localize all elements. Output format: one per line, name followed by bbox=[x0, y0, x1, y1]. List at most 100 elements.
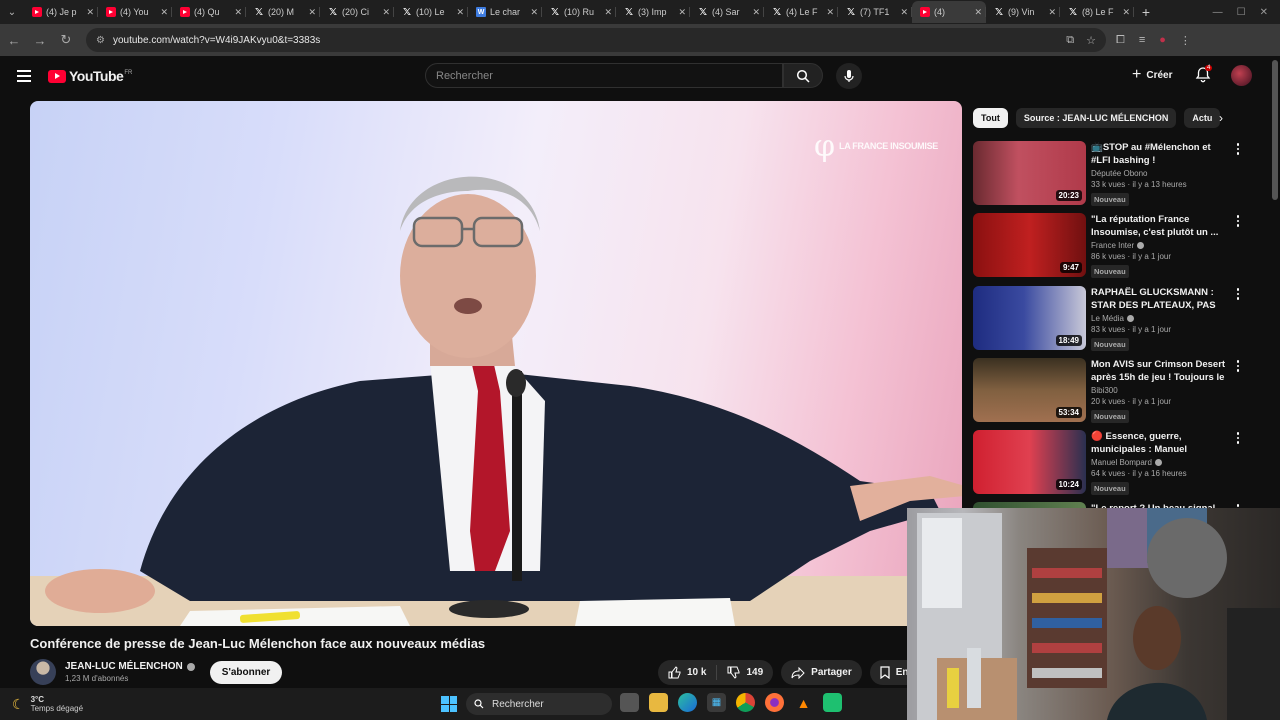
more-options-icon[interactable] bbox=[1233, 215, 1243, 227]
recommended-video[interactable]: 20:23 📺STOP au #Mélenchon et #LFI bashing… bbox=[973, 141, 1243, 207]
subscribe-button[interactable]: S'abonner bbox=[209, 660, 283, 684]
bookmark-star-icon[interactable]: ☆ bbox=[1086, 34, 1096, 47]
browser-tab[interactable]: 𝕏 (20) Ci ✕ bbox=[320, 1, 394, 23]
tab-close-icon[interactable]: ✕ bbox=[900, 7, 908, 18]
forward-icon[interactable]: → bbox=[28, 33, 52, 48]
video-thumbnail[interactable]: 20:23 bbox=[973, 141, 1086, 205]
minimize-icon[interactable]: — bbox=[1213, 7, 1223, 18]
create-button[interactable]: + Créer bbox=[1124, 64, 1180, 86]
firefox-icon[interactable] bbox=[765, 693, 784, 712]
tab-close-icon[interactable]: ✕ bbox=[678, 7, 686, 18]
video-thumbnail[interactable]: 9:47 bbox=[973, 213, 1086, 277]
browser-tab[interactable]: (4) Qu ✕ bbox=[172, 1, 246, 23]
browser-tab[interactable]: 𝕏 (7) TF1 ✕ bbox=[838, 1, 912, 23]
taskbar-search[interactable]: Rechercher bbox=[466, 693, 612, 715]
filter-chip[interactable]: Source : JEAN-LUC MÉLENCHON bbox=[1015, 108, 1177, 128]
profile-icon[interactable]: ● bbox=[1159, 34, 1166, 47]
tab-close-icon[interactable]: ✕ bbox=[1048, 7, 1056, 18]
recommended-video[interactable]: 10:24 🔴 Essence, guerre, municipales : Ma… bbox=[973, 430, 1243, 496]
voice-search-button[interactable] bbox=[836, 63, 862, 89]
recommended-video[interactable]: 9:47 "La réputation France Insoumise, c'e… bbox=[973, 213, 1243, 279]
browser-tab[interactable]: (4) Je p ✕ bbox=[24, 1, 98, 23]
cast-icon[interactable]: ⧉ bbox=[1066, 34, 1074, 47]
recommended-title[interactable]: 🔴 Essence, guerre, municipales : Manuel … bbox=[1091, 430, 1231, 456]
browser-tab[interactable]: 𝕏 (9) Vin ✕ bbox=[986, 1, 1060, 23]
tab-close-icon[interactable]: ✕ bbox=[826, 7, 834, 18]
tab-close-icon[interactable]: ✕ bbox=[308, 7, 316, 18]
account-avatar[interactable] bbox=[1231, 65, 1252, 86]
recommended-title[interactable]: Mon AVIS sur Crimson Desert après 15h de… bbox=[1091, 358, 1231, 384]
recommended-channel-row[interactable]: Le Média bbox=[1091, 314, 1231, 323]
tab-close-icon[interactable]: ✕ bbox=[86, 7, 94, 18]
tab-close-icon[interactable]: ✕ bbox=[752, 7, 760, 18]
browser-tab[interactable]: 𝕏 (20) M ✕ bbox=[246, 1, 320, 23]
search-input[interactable]: Rechercher bbox=[425, 63, 783, 88]
recommended-channel-row[interactable]: Bibi300 bbox=[1091, 386, 1231, 395]
app-green-icon[interactable] bbox=[823, 693, 842, 712]
file-explorer-icon[interactable] bbox=[649, 693, 668, 712]
tab-close-icon[interactable]: ✕ bbox=[604, 7, 612, 18]
task-view-icon[interactable] bbox=[620, 693, 639, 712]
channel-avatar[interactable] bbox=[30, 659, 56, 685]
video-thumbnail[interactable]: 53:34 bbox=[973, 358, 1086, 422]
maximize-icon[interactable]: ☐ bbox=[1237, 7, 1246, 18]
browser-tab[interactable]: 𝕏 (4) Le F ✕ bbox=[764, 1, 838, 23]
browser-tab[interactable]: W Le char ✕ bbox=[468, 1, 542, 23]
search-button[interactable] bbox=[783, 63, 823, 88]
filter-chip[interactable]: Tout bbox=[973, 108, 1008, 128]
more-options-icon[interactable] bbox=[1233, 432, 1243, 444]
video-player[interactable]: φ LA FRANCE INSOUMISE bbox=[30, 101, 962, 626]
more-options-icon[interactable] bbox=[1233, 288, 1243, 300]
recommended-title[interactable]: "La réputation France Insoumise, c'est p… bbox=[1091, 213, 1231, 239]
address-bar[interactable]: ⚙ youtube.com/watch?v=W4i9JAKvyu0&t=3383… bbox=[86, 28, 1106, 52]
chrome-icon[interactable] bbox=[736, 693, 755, 712]
tab-close-icon[interactable]: ✕ bbox=[382, 7, 390, 18]
page-scrollbar[interactable] bbox=[1272, 60, 1278, 200]
windows-start-icon[interactable] bbox=[441, 696, 457, 712]
recommended-video[interactable]: 18:49 RAPHAËL GLUCKSMANN : STAR DES PLATE… bbox=[973, 286, 1243, 352]
tab-close-icon[interactable]: ✕ bbox=[1122, 7, 1130, 18]
vlc-icon[interactable]: ▲ bbox=[794, 693, 813, 712]
channel-name-row[interactable]: JEAN-LUC MÉLENCHON bbox=[65, 661, 195, 672]
recommended-channel-row[interactable]: France Inter bbox=[1091, 241, 1231, 250]
browser-tab[interactable]: 𝕏 (10) Le ✕ bbox=[394, 1, 468, 23]
youtube-logo[interactable]: YouTube FR bbox=[48, 68, 132, 84]
more-options-icon[interactable] bbox=[1233, 143, 1243, 155]
browser-tab[interactable]: 𝕏 (10) Ru ✕ bbox=[542, 1, 616, 23]
browser-tab[interactable]: 𝕏 (3) Imp ✕ bbox=[616, 1, 690, 23]
recommended-title[interactable]: RAPHAËL GLUCKSMANN : STAR DES PLATEAUX, … bbox=[1091, 286, 1231, 312]
new-tab-button[interactable]: + bbox=[1134, 4, 1158, 20]
tab-close-icon[interactable]: ✕ bbox=[234, 7, 242, 18]
menu-icon[interactable] bbox=[17, 70, 31, 82]
like-button[interactable]: 10 k bbox=[658, 660, 716, 685]
close-window-icon[interactable]: ✕ bbox=[1260, 7, 1268, 18]
browser-tab[interactable]: (4) You ✕ bbox=[98, 1, 172, 23]
recommended-channel-row[interactable]: Députée Obono bbox=[1091, 169, 1231, 178]
chips-next-arrow-icon[interactable]: › bbox=[1219, 111, 1223, 125]
video-thumbnail[interactable]: 18:49 bbox=[973, 286, 1086, 350]
store-icon[interactable]: ▦ bbox=[707, 693, 726, 712]
back-icon[interactable]: ← bbox=[2, 33, 26, 48]
weather-widget[interactable]: ☾ 3°C Temps dégagé bbox=[12, 695, 83, 713]
tab-search-icon[interactable]: ⌄ bbox=[0, 0, 24, 24]
tab-close-icon[interactable]: ✕ bbox=[530, 7, 538, 18]
extensions-icon[interactable]: ⧠ bbox=[1116, 34, 1125, 47]
recommended-video[interactable]: 53:34 Mon AVIS sur Crimson Desert après 1… bbox=[973, 358, 1243, 424]
browser-tab[interactable]: 𝕏 (4) Sar ✕ bbox=[690, 1, 764, 23]
video-thumbnail[interactable]: 10:24 bbox=[973, 430, 1086, 494]
browser-tab[interactable]: 𝕏 (8) Le F ✕ bbox=[1060, 1, 1134, 23]
tab-close-icon[interactable]: ✕ bbox=[456, 7, 464, 18]
recommended-title[interactable]: 📺STOP au #Mélenchon et #LFI bashing ! bbox=[1091, 141, 1231, 167]
dislike-button[interactable]: 149 bbox=[717, 660, 773, 685]
share-button[interactable]: Partager bbox=[781, 660, 862, 685]
site-info-icon[interactable]: ⚙ bbox=[96, 35, 105, 46]
browser-menu-icon[interactable]: ⋮ bbox=[1180, 34, 1191, 47]
browser-tab[interactable]: (4) ✕ bbox=[912, 1, 986, 23]
media-control-icon[interactable]: ≡ bbox=[1139, 34, 1145, 47]
more-options-icon[interactable] bbox=[1233, 360, 1243, 372]
tab-close-icon[interactable]: ✕ bbox=[160, 7, 168, 18]
recommended-channel-row[interactable]: Manuel Bompard bbox=[1091, 458, 1231, 467]
tab-close-icon[interactable]: ✕ bbox=[974, 7, 982, 18]
filter-chip[interactable]: Actu bbox=[1184, 108, 1221, 128]
reload-icon[interactable]: ↻ bbox=[54, 32, 78, 48]
